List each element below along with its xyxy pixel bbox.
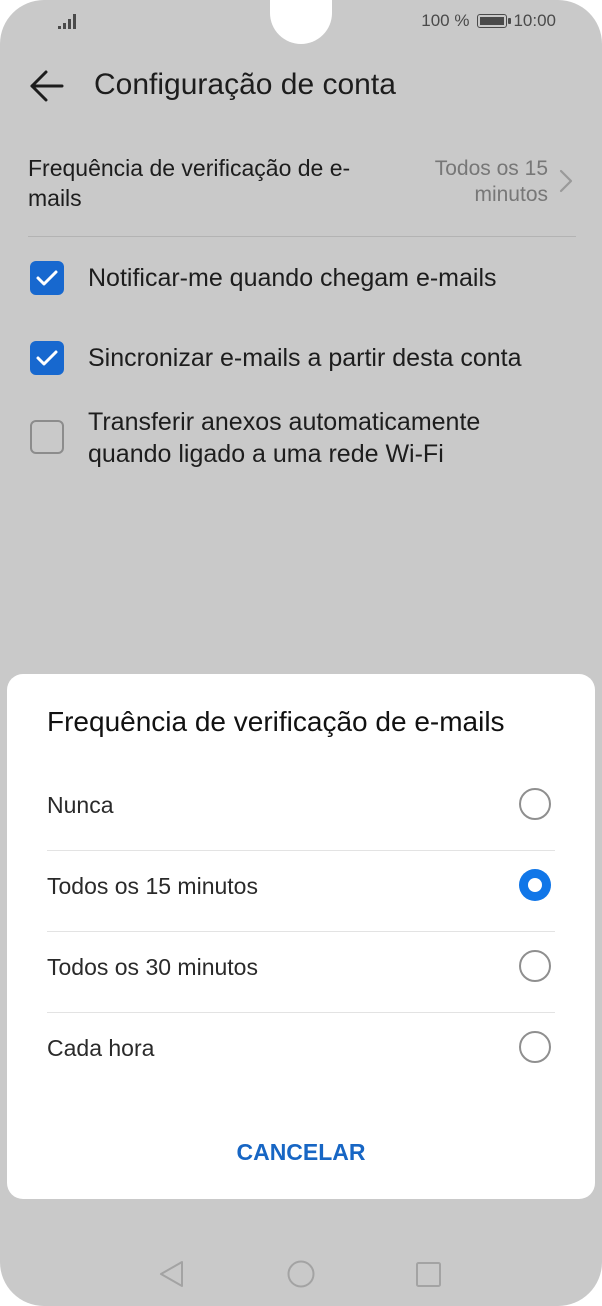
app-bar: Configuração de conta (0, 46, 602, 126)
clock: 10:00 (513, 11, 556, 30)
recents-square-icon (416, 1262, 441, 1287)
nav-recents-button[interactable] (408, 1254, 448, 1294)
battery-icon (477, 14, 512, 28)
frequency-dialog: Frequência de verificação de e-mails Nun… (7, 674, 595, 1199)
notify-checkbox[interactable] (30, 261, 64, 295)
frequency-value: Todos os 15 minutos (434, 157, 548, 206)
notify-new-mail-option[interactable]: Notificar-me quando chegam e-mails (28, 259, 576, 299)
status-bar: 100 % 10:00 (0, 0, 602, 46)
home-circle-icon (287, 1260, 315, 1288)
checkmark-icon (36, 270, 58, 286)
option-every-hour[interactable]: Cada hora (47, 1013, 555, 1093)
camera-notch (270, 0, 332, 44)
auto-download-attachments-option[interactable]: Transferir anexos automaticamente quando… (28, 405, 576, 471)
frequency-label: Frequência de verificação de e-mails (28, 155, 351, 211)
sync-label: Sincronizar e-mails a partir desta conta (88, 344, 522, 372)
sync-checkbox[interactable] (30, 341, 64, 375)
arrow-left-icon (30, 70, 64, 102)
option-30-minutes[interactable]: Todos os 30 minutos (47, 932, 555, 1013)
option-label: Todos os 30 minutos (47, 954, 258, 980)
option-label: Cada hora (47, 1035, 155, 1061)
signal-strength-icon (58, 14, 76, 29)
notify-label: Notificar-me quando chegam e-mails (88, 264, 497, 292)
radio-button[interactable] (519, 950, 551, 982)
option-never[interactable]: Nunca (47, 770, 555, 851)
option-15-minutes[interactable]: Todos os 15 minutos (47, 851, 555, 932)
back-triangle-icon (160, 1261, 183, 1287)
option-label: Todos os 15 minutos (47, 873, 258, 899)
page-title: Configuração de conta (94, 68, 396, 101)
phone-screen: 100 % 10:00 Configuração de conta Frequê… (0, 0, 602, 1306)
cancel-button[interactable]: CANCELAR (201, 1130, 401, 1174)
battery-percent: 100 % (421, 11, 470, 30)
nav-home-button[interactable] (281, 1254, 321, 1294)
auto-download-label: Transferir anexos automaticamente quando… (88, 408, 481, 468)
nav-back-button[interactable] (152, 1254, 192, 1294)
option-label: Nunca (47, 792, 114, 818)
navigation-bar (0, 1240, 602, 1306)
checkmark-icon (36, 350, 58, 366)
radio-button-selected[interactable] (519, 869, 551, 901)
dialog-title: Frequência de verificação de e-mails (47, 706, 505, 737)
status-indicators: 100 % 10:00 (421, 11, 556, 31)
sync-account-option[interactable]: Sincronizar e-mails a partir desta conta (28, 339, 576, 379)
frequency-setting[interactable]: Frequência de verificação de e-mails Tod… (28, 150, 576, 237)
back-button[interactable] (22, 64, 70, 108)
chevron-right-icon (559, 169, 573, 193)
radio-button[interactable] (519, 788, 551, 820)
auto-download-checkbox[interactable] (30, 420, 64, 454)
radio-button[interactable] (519, 1031, 551, 1063)
